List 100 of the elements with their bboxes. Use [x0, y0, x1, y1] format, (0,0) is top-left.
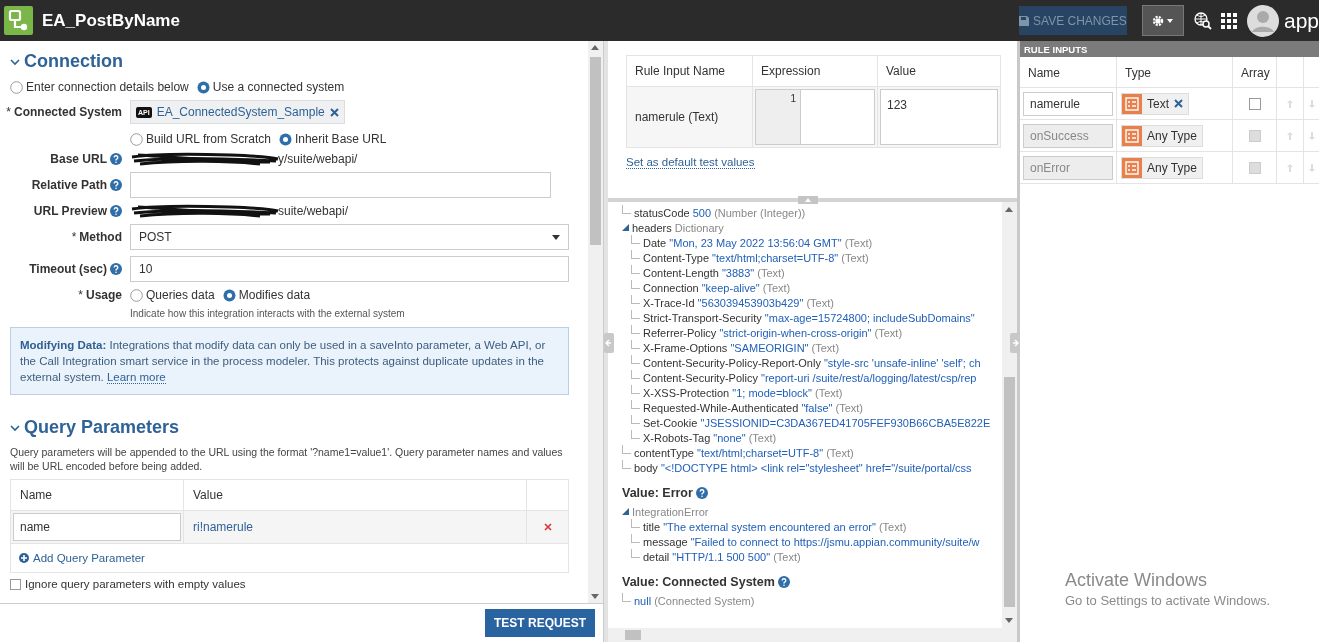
tree-node-text: contentType "text/html;charset=UTF-8" (Text) [634, 446, 854, 459]
add-icon[interactable] [19, 553, 29, 563]
type-chip[interactable]: Text [1121, 92, 1189, 115]
radio-label: Queries data [146, 288, 215, 302]
rule-input-name-field[interactable]: namerule [1023, 91, 1113, 116]
method-dropdown[interactable]: POST [130, 224, 569, 250]
checkbox-label: Ignore query parameters with empty values [25, 578, 246, 590]
section-title: Connection [24, 51, 123, 72]
required-mark: * [6, 105, 11, 119]
help-icon[interactable] [695, 487, 708, 499]
tree-node-text: Content-Type "text/html;charset=UTF-8" (Text) [643, 251, 869, 264]
tree-node-text: message "Failed to connect to https://jsmu.appian.community/suite/w [643, 535, 980, 548]
tree-node-text: Date "Mon, 23 May 2022 13:56:04 GMT" (Text) [643, 236, 873, 249]
remove-icon[interactable] [543, 523, 552, 531]
help-icon[interactable] [110, 153, 122, 165]
column-header: Name [1027, 65, 1061, 82]
tree-node-text: title "The external system encountered an error" (Text) [643, 520, 907, 533]
tree-node-text: Connection "keep-alive" (Text) [643, 281, 791, 294]
scroll-down-icon[interactable] [1005, 618, 1013, 623]
radio-button[interactable] [278, 132, 292, 146]
scroll-thumb[interactable] [625, 630, 641, 640]
tree-node-text: X-XSS-Protection "1; mode=block" (Text) [643, 386, 843, 399]
help-icon[interactable] [777, 576, 790, 588]
tree-node-text: Content-Security-Policy-Report-Only "style-src 'unsafe-inline' 'self'; ch [643, 356, 981, 369]
parameter-name-field[interactable]: name [13, 513, 181, 541]
required-mark: * [78, 288, 83, 302]
radio-button[interactable] [10, 80, 23, 94]
tree-node-text: X-Robots-Tag "none" (Text) [643, 431, 777, 444]
chevron-icon[interactable] [10, 56, 20, 67]
tree-node-text: Content-Length "3883" (Text) [643, 266, 785, 279]
relative-path-field[interactable] [130, 172, 551, 198]
tree-node-text: headers Dictionary [632, 221, 724, 234]
radio-label: Inherit Base URL [294, 132, 387, 146]
parameter-value-link[interactable]: ri!namerule [183, 511, 526, 543]
app-logo-icon[interactable] [4, 6, 33, 35]
learn-more-link[interactable]: Learn more [106, 371, 166, 384]
tree-node-text: X-Trace-Id "563039453903b429" (Text) [643, 296, 834, 309]
test-request-button[interactable]: TEST REQUEST [485, 609, 595, 637]
tree-node-text: detail "HTTP/1.1 500 500" (Text) [643, 550, 801, 563]
section-title: Query Parameters [24, 417, 180, 438]
tree-node-text: Content-Security-Policy "report-uri /suite/rest/a/logging/latest/csp/rep [643, 371, 977, 384]
array-checkbox[interactable] [1248, 97, 1261, 110]
tree-node-text: Requested-While-Authenticated "false" (Text) [643, 401, 863, 414]
rule-input-name: namerule (Text) [635, 110, 719, 124]
result-section-title: Value: Connected System [622, 575, 775, 589]
radio-button[interactable] [222, 288, 236, 302]
expression-editor[interactable]: 1 [755, 89, 875, 145]
radio-label: Build URL from Scratch [146, 132, 271, 146]
column-header: Value [183, 480, 526, 510]
type-chip[interactable]: Any Type [1121, 124, 1203, 147]
caret-icon [1167, 18, 1174, 23]
chevron-icon[interactable] [10, 422, 20, 433]
set-default-link[interactable]: Set as default test values [626, 156, 755, 169]
array-checkbox[interactable] [1248, 161, 1261, 174]
array-checkbox[interactable] [1248, 129, 1261, 142]
expand-triangle-icon[interactable] [622, 508, 629, 515]
scroll-up-icon[interactable] [1005, 207, 1013, 212]
help-icon[interactable] [110, 205, 122, 217]
scroll-thumb[interactable] [1004, 377, 1015, 607]
field-label: Timeout (sec) [29, 262, 107, 276]
tree-node-text: IntegrationError [632, 505, 709, 518]
globe-search-icon[interactable] [1193, 11, 1212, 30]
section-description: Query parameters will be appended to the URL using the format '?name1=value1'. Query parameter names and values will be URL encoded before being added. [10, 445, 564, 473]
radio-button[interactable] [130, 132, 143, 146]
user-avatar-icon[interactable] [1246, 4, 1279, 37]
remove-icon[interactable] [1174, 99, 1183, 108]
field-label: Relative Path [31, 178, 107, 192]
scroll-down-icon[interactable] [591, 594, 599, 599]
radio-label: Modifies data [238, 288, 311, 302]
line-number: 1 [756, 90, 801, 144]
splitter-handle-icon[interactable] [798, 196, 818, 204]
tree-node-text: Strict-Transport-Security "max-age=15724800; includeSubDomains" [643, 311, 975, 324]
radio-button[interactable] [196, 80, 210, 94]
column-header: Name [19, 487, 53, 504]
help-icon[interactable] [110, 179, 122, 191]
radio-label: Enter connection details below [26, 80, 189, 94]
activation-title: Activate Windows [1065, 570, 1209, 591]
expand-triangle-icon[interactable] [622, 224, 629, 231]
timeout-field[interactable]: 10 [130, 256, 569, 282]
tree-node-text: statusCode 500 (Number (Integer)) [634, 206, 806, 219]
radio-button[interactable] [130, 288, 143, 302]
scroll-thumb[interactable] [590, 57, 601, 245]
tree-node-text: null (Connected System) [634, 594, 755, 607]
field-label: Method [79, 230, 122, 244]
column-header: Expression [752, 56, 877, 86]
apps-grid-icon[interactable] [1220, 12, 1237, 29]
url-preview-value: suite/webapi/ [278, 204, 349, 218]
remove-icon[interactable] [329, 107, 339, 117]
checkbox[interactable] [10, 578, 21, 590]
activation-text: Go to Settings to activate Windows. [1065, 593, 1271, 608]
add-parameter-link[interactable]: Add Query Parameter [33, 552, 145, 564]
scroll-up-icon[interactable] [591, 45, 599, 50]
column-header: Value [877, 56, 1000, 86]
settings-menu-button[interactable] [1141, 5, 1184, 36]
tree-node-text: Referrer-Policy "strict-origin-when-cross-origin" (Text) [643, 326, 903, 339]
help-icon[interactable] [110, 263, 122, 275]
value-field[interactable]: 123 [880, 89, 998, 145]
radio-label: Use a connected system [212, 80, 345, 94]
tree-node-text: body "<!DOCTYPE html> <link rel="stylesheet" href="/suite/portal/css [634, 461, 972, 474]
type-chip[interactable]: Any Type [1121, 156, 1203, 179]
